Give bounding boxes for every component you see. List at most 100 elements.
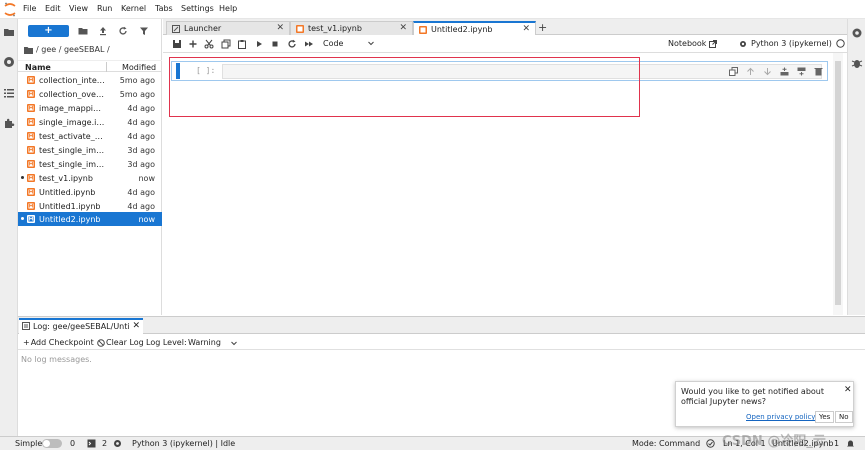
left-activity-bar [0,19,18,450]
upload-icon[interactable] [98,26,108,36]
log-level-select[interactable]: Warning [188,338,238,347]
debugger-icon[interactable] [851,57,863,69]
file-name: test_single_imag... [39,146,105,155]
simple-mode-toggle[interactable] [42,439,62,448]
fast-forward-icon[interactable] [304,39,314,49]
notification-count[interactable]: 1 [834,439,839,448]
file-row-selected[interactable]: Untitled2.ipynb now [18,212,162,226]
menu-edit[interactable]: Edit [45,4,61,13]
paste-icon[interactable] [237,39,247,49]
menu-kernel[interactable]: Kernel [121,4,146,13]
tab-untitled2[interactable]: Untitled2.ipynb ✕ [413,21,536,36]
scrollbar[interactable] [833,53,843,315]
cut-icon[interactable] [204,39,214,49]
tab-log[interactable]: Log: gee/geeSEBAL/Untitle ✕ [19,318,143,334]
file-row[interactable]: Untitled1.ipynb 4d ago [18,199,162,213]
kernel-status-icon [836,39,845,48]
close-icon[interactable]: ✕ [844,385,852,395]
column-name[interactable]: Name [25,63,51,72]
notification-message: Would you like to get notified about off… [681,387,824,406]
file-row[interactable]: collection_overp... 5mo ago [18,87,162,101]
scrollbar-thumb[interactable] [835,61,841,305]
notebook-icon [27,146,35,154]
close-icon[interactable]: ✕ [522,24,530,34]
file-row[interactable]: test_activate_v1.i... 4d ago [18,129,162,143]
notebook-mode: Mode: Command [632,439,701,448]
menu-tabs[interactable]: Tabs [155,4,173,13]
kernel-selector[interactable]: Python 3 (ipykernel) [739,39,858,48]
add-cell-icon[interactable] [188,39,198,49]
menu-view[interactable]: View [69,4,88,13]
table-of-contents-icon[interactable] [3,87,15,99]
file-modified: 3d ago [127,146,155,155]
menu-run[interactable]: Run [97,4,112,13]
folder-icon[interactable] [3,26,15,38]
no-button[interactable]: No [835,411,853,423]
open-notebook-view[interactable]: Notebook [668,39,718,48]
file-name: collection_interp... [39,76,105,85]
file-row[interactable]: Untitled.ipynb 4d ago [18,185,162,199]
running-indicator [21,176,24,179]
close-icon[interactable]: ✕ [276,23,284,33]
file-row[interactable]: collection_interp... 5mo ago [18,73,162,87]
gear-icon[interactable] [851,27,863,39]
chevron-down-icon[interactable] [367,39,375,47]
clear-log-button[interactable]: Clear Log [97,338,144,347]
kernel-status[interactable]: Python 3 (ipykernel) | Idle [132,439,235,448]
extension-icon[interactable] [3,117,15,129]
file-row[interactable]: test_single_imag... 3d ago [18,143,162,157]
file-modified: 4d ago [127,132,155,141]
menu-file[interactable]: File [23,4,36,13]
menu-settings[interactable]: Settings [181,4,214,13]
file-name: Untitled1.ipynb [39,202,101,211]
file-modified: 4d ago [127,202,155,211]
refresh-icon[interactable] [118,26,128,36]
breadcrumb[interactable]: / gee / geeSEBAL / [24,45,110,54]
kernel-count[interactable]: 2 [102,439,107,448]
jupyter-logo-icon [4,2,16,17]
close-icon[interactable]: ✕ [132,321,140,331]
column-modified[interactable]: Modified [122,63,156,72]
add-checkpoint-button[interactable]: + Add Checkpoint [23,338,94,347]
stop-icon[interactable] [270,39,280,49]
bell-icon[interactable] [846,439,855,448]
save-icon[interactable] [172,39,182,49]
run-icon[interactable] [254,39,264,49]
gear-icon [739,40,747,48]
toggle-knob [43,440,50,447]
new-launcher-button[interactable]: + [28,25,69,37]
file-row[interactable]: test_v1.ipynb now [18,171,162,185]
terminal-count[interactable]: 0 [70,439,75,448]
privacy-policy-link[interactable]: Open privacy policy [746,413,815,421]
file-row[interactable]: test_single_imag... 3d ago [18,157,162,171]
tab-test-v1[interactable]: test_v1.ipynb ✕ [290,21,413,35]
move-down-icon[interactable] [763,67,772,76]
delete-icon[interactable] [814,67,823,76]
log-level-value: Warning [188,338,221,347]
tab-label: Log: gee/geeSEBAL/Untitle [33,322,129,331]
notebook-toolbar: Code Notebook Python 3 (ipykernel) [163,35,865,53]
duplicate-cell-icon[interactable] [729,67,738,76]
restart-icon[interactable] [287,39,297,49]
file-row[interactable]: image_mapping.... 4d ago [18,101,162,115]
yes-button[interactable]: Yes [815,411,835,423]
close-icon[interactable]: ✕ [399,23,407,33]
insert-above-icon[interactable] [780,67,789,76]
move-up-icon[interactable] [746,67,755,76]
tab-launcher[interactable]: Launcher ✕ [166,21,290,35]
filter-icon[interactable] [139,26,149,36]
cell-type-select[interactable]: Code [323,39,343,48]
menu-help[interactable]: Help [219,4,237,13]
running-icon[interactable] [3,56,15,68]
highlight-annotation [169,57,640,117]
new-folder-icon[interactable] [78,26,88,36]
notebook-icon [27,160,35,168]
notebook-icon [27,215,35,223]
file-row[interactable]: single_image.ipy... 4d ago [18,115,162,129]
insert-below-icon[interactable] [797,67,806,76]
right-sidebar [847,19,865,315]
copy-icon[interactable] [221,39,231,49]
add-checkpoint-label: Add Checkpoint [30,338,94,347]
add-tab-icon[interactable]: + [538,21,547,34]
log-level-label: Log Level: [146,338,187,347]
